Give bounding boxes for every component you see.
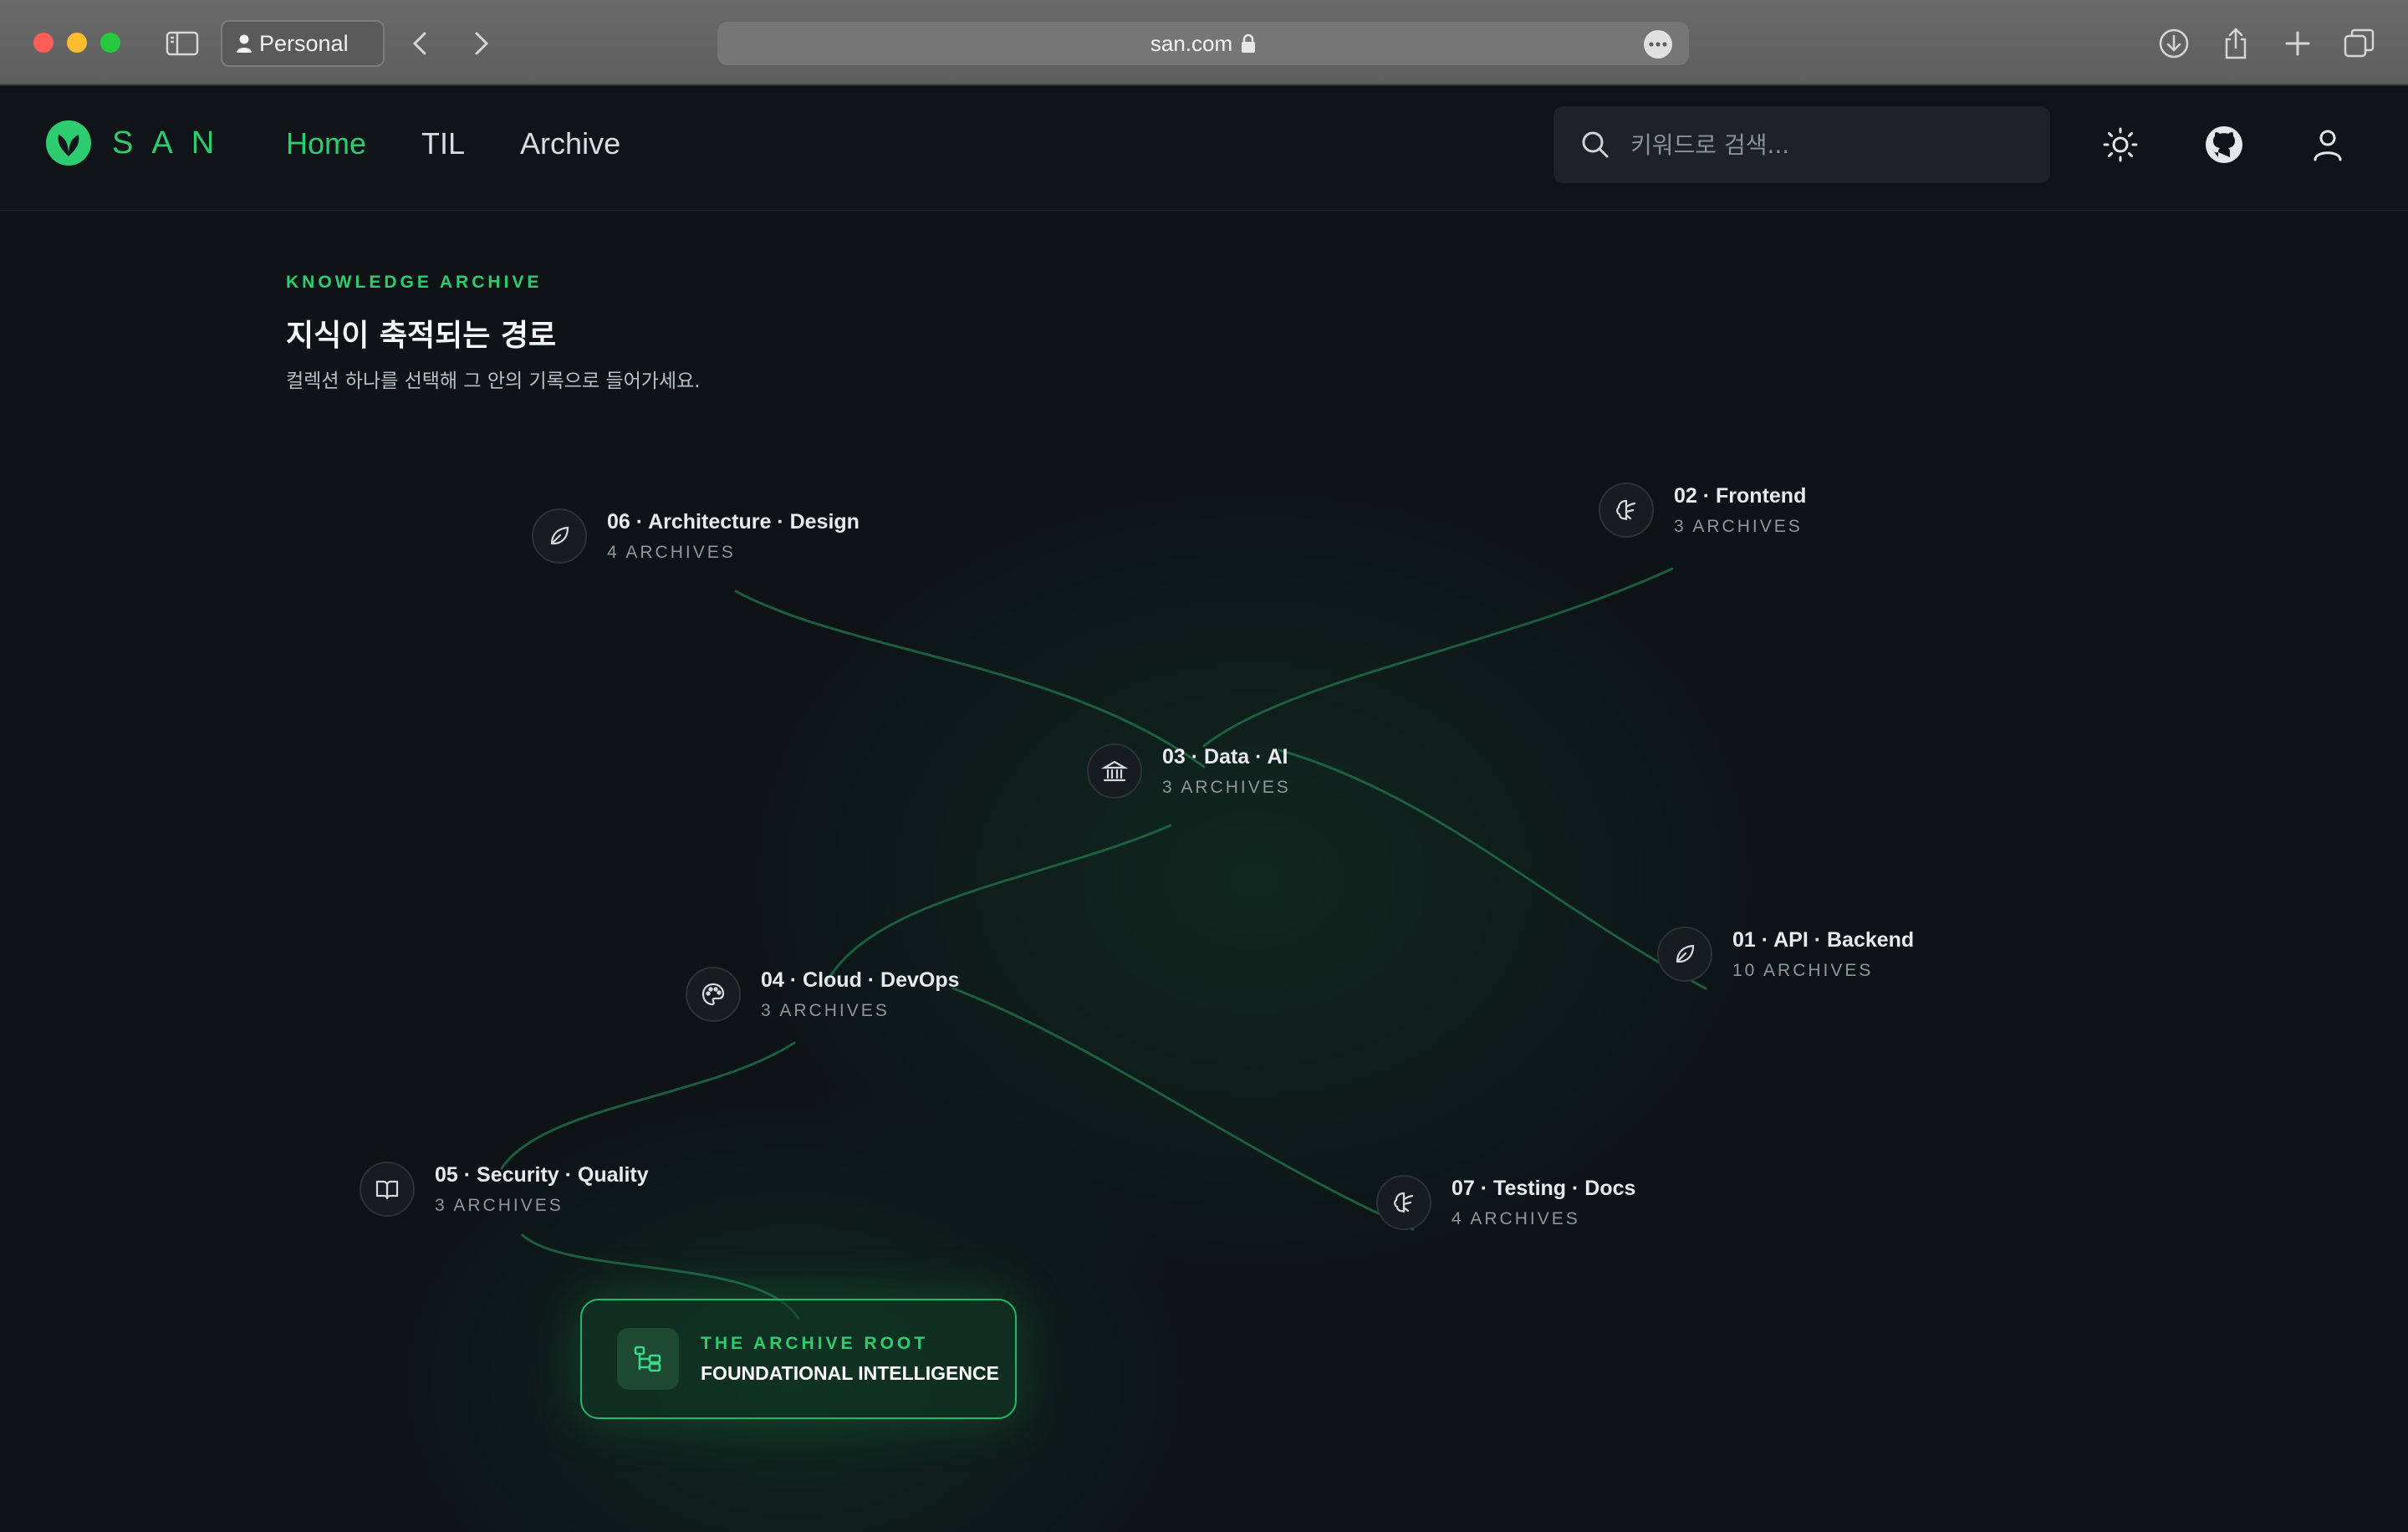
back-button[interactable] (403, 25, 440, 62)
node-count: 3 ARCHIVES (761, 1000, 890, 1020)
link-06-03 (734, 590, 1206, 769)
profile-label: Personal (259, 30, 349, 56)
nav-archive[interactable]: Archive (520, 126, 620, 161)
profile-button[interactable]: Personal (221, 20, 385, 67)
node-count: 3 ARCHIVES (435, 1195, 564, 1215)
node-count: 10 ARCHIVES (1732, 960, 1874, 980)
search-input[interactable] (1629, 130, 2030, 160)
collection-node-cloud-devops[interactable]: 04 · Cloud · DevOps 3 ARCHIVES (686, 967, 960, 1022)
brain-icon (1599, 483, 1654, 538)
collection-node-security-quality[interactable]: 05 · Security · Quality 3 ARCHIVES (360, 1162, 649, 1217)
url-text: san.com (1150, 30, 1233, 56)
palette-icon (686, 967, 741, 1022)
tab-overview-icon[interactable] (2341, 25, 2378, 62)
browser-toolbar: Personal san.com (0, 0, 2408, 86)
address-bar[interactable]: san.com (717, 22, 1689, 65)
root-eyebrow: THE ARCHIVE ROOT (701, 1333, 929, 1353)
collection-node-frontend[interactable]: 02 · Frontend 3 ARCHIVES (1599, 483, 1806, 538)
theme-toggle-sun-icon[interactable] (2100, 125, 2140, 165)
site-logo[interactable]: SAN (45, 120, 232, 166)
node-title: 02 · Frontend (1674, 483, 1807, 508)
page-options-icon[interactable] (1644, 30, 1672, 59)
tree-icon (617, 1328, 679, 1390)
minimize-window-button[interactable] (67, 33, 87, 53)
link-03-04 (826, 824, 1172, 982)
root-title: FOUNDATIONAL INTELLIGENCE (701, 1361, 999, 1384)
link-04-07 (951, 987, 1415, 1231)
github-icon[interactable] (2204, 125, 2244, 165)
link-02-03 (1202, 567, 1674, 748)
downloads-icon[interactable] (2155, 25, 2192, 62)
node-count: 4 ARCHIVES (607, 542, 736, 562)
lock-icon (1242, 33, 1256, 53)
main-content: KNOWLEDGE ARCHIVE 지식이 축적되는 경로 컬렉션 하나를 선택… (0, 211, 2408, 1532)
bank-icon (1087, 743, 1142, 799)
node-count: 3 ARCHIVES (1162, 777, 1291, 797)
connection-lines (500, 567, 1707, 1320)
user-account-icon[interactable] (2308, 125, 2348, 165)
nav-home[interactable]: Home (286, 126, 366, 161)
link-04-05 (500, 1041, 796, 1170)
node-count: 4 ARCHIVES (1451, 1208, 1580, 1228)
node-title: 05 · Security · Quality (435, 1162, 649, 1187)
archive-root-card[interactable]: THE ARCHIVE ROOT FOUNDATIONAL INTELLIGEN… (580, 1299, 1017, 1419)
book-icon (360, 1162, 415, 1217)
share-icon[interactable] (2217, 25, 2254, 62)
sidebar-toggle-icon[interactable] (164, 25, 201, 62)
nav-til[interactable]: TIL (421, 126, 465, 161)
brain-icon (1376, 1175, 1431, 1230)
main-nav: Home TIL Archive (286, 126, 620, 161)
node-title: 07 · Testing · Docs (1451, 1176, 1636, 1200)
search-icon (1582, 131, 1609, 158)
person-icon (237, 34, 252, 53)
logo-text: SAN (112, 125, 233, 161)
site-header: SAN Home TIL Archive (0, 88, 2408, 211)
collection-node-data-ai[interactable]: 03 · Data · AI 3 ARCHIVES (1087, 743, 1291, 799)
leaf-icon (1657, 927, 1712, 982)
link-03-01 (1278, 748, 1707, 990)
leaf-logo-icon (46, 120, 91, 166)
node-count: 3 ARCHIVES (1674, 516, 1803, 536)
node-title: 04 · Cloud · DevOps (761, 968, 960, 992)
new-tab-icon[interactable] (2279, 25, 2316, 62)
forward-button[interactable] (462, 25, 498, 62)
close-window-button[interactable] (33, 33, 54, 53)
node-title: 01 · API · Backend (1732, 927, 1915, 952)
maximize-window-button[interactable] (100, 33, 120, 53)
leaf-icon (532, 508, 587, 564)
search-box (1553, 106, 2050, 183)
node-title: 03 · Data · AI (1162, 744, 1288, 769)
node-title: 06 · Architecture · Design (607, 509, 860, 534)
collection-node-testing-docs[interactable]: 07 · Testing · Docs 4 ARCHIVES (1376, 1175, 1635, 1230)
collection-node-api-backend[interactable]: 01 · API · Backend 10 ARCHIVES (1657, 927, 1914, 982)
collection-node-architecture-design[interactable]: 06 · Architecture · Design 4 ARCHIVES (532, 508, 860, 564)
